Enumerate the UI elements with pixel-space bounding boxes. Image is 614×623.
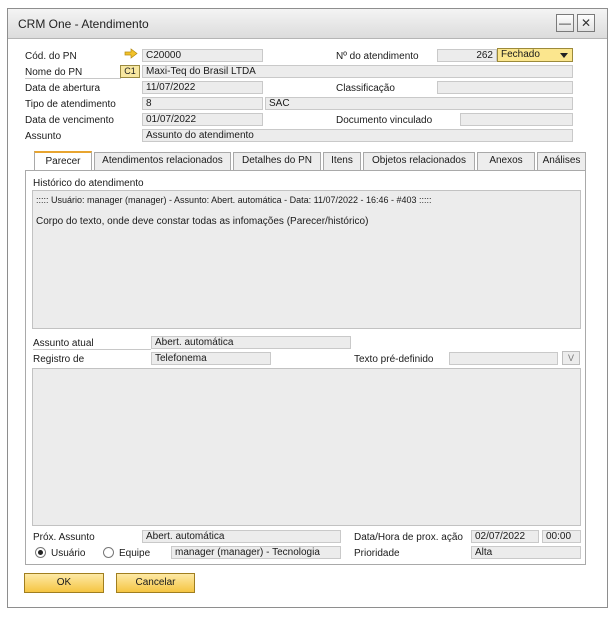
prox-data-field[interactable]: 02/07/2022 xyxy=(471,530,539,543)
classificacao-field[interactable] xyxy=(437,81,573,94)
prox-hora-field[interactable]: 00:00 xyxy=(542,530,581,543)
data-abertura-label: Data de abertura xyxy=(25,83,101,94)
doc-vinculado-field[interactable] xyxy=(460,113,573,126)
title-bar: CRM One - Atendimento — ✕ xyxy=(8,9,607,39)
close-button[interactable]: ✕ xyxy=(577,14,595,32)
responsavel-field[interactable]: manager (manager) - Tecnologia xyxy=(171,546,341,559)
tab-itens[interactable]: Itens xyxy=(323,152,361,170)
historico-label: Histórico do atendimento xyxy=(33,178,144,189)
window-title: CRM One - Atendimento xyxy=(18,17,149,31)
historico-body-line: Corpo do texto, onde deve constar todas … xyxy=(36,216,369,227)
ok-button[interactable]: OK xyxy=(24,573,104,593)
data-hora-label: Data/Hora de prox. ação xyxy=(354,532,463,543)
texto-predefinido-label: Texto pré-definido xyxy=(354,354,434,365)
chevron-down-icon xyxy=(560,53,568,58)
tab-analises[interactable]: Análises xyxy=(537,152,586,170)
tipo-atendimento-field[interactable]: SAC xyxy=(265,97,573,110)
classificacao-label: Classificação xyxy=(336,83,395,94)
num-atendimento-label: Nº do atendimento xyxy=(336,51,419,62)
status-select[interactable]: Fechado xyxy=(497,48,573,62)
assunto-atual-label: Assunto atual xyxy=(33,338,151,350)
num-atendimento-field[interactable]: 262 xyxy=(437,49,497,62)
tab-parecer[interactable]: Parecer xyxy=(34,151,92,171)
prox-assunto-label: Próx. Assunto xyxy=(33,532,95,543)
doc-vinculado-label: Documento vinculado xyxy=(336,115,433,126)
cancel-button[interactable]: Cancelar xyxy=(116,573,195,593)
radio-equipe[interactable] xyxy=(103,547,114,558)
data-abertura-field[interactable]: 11/07/2022 xyxy=(142,81,263,94)
registro-field[interactable]: Telefonema xyxy=(151,352,271,365)
nome-pn-label: Nome do PN xyxy=(25,67,121,79)
registro-label: Registro de xyxy=(33,354,85,365)
data-vencimento-field[interactable]: 01/07/2022 xyxy=(142,113,263,126)
historico-textarea[interactable]: ::::: Usuário: manager (manager) - Assun… xyxy=(32,190,581,329)
prioridade-label: Prioridade xyxy=(354,548,400,559)
cod-pn-label: Cód. do PN xyxy=(25,51,77,62)
status-value: Fechado xyxy=(501,49,540,60)
cod-pn-field[interactable]: C20000 xyxy=(142,49,263,62)
prioridade-field[interactable]: Alta xyxy=(471,546,581,559)
tipo-atendimento-label: Tipo de atendimento xyxy=(25,99,116,110)
tab-anexos[interactable]: Anexos xyxy=(477,152,535,170)
assunto-field[interactable]: Assunto do atendimento xyxy=(142,129,573,142)
parecer-textarea[interactable] xyxy=(32,368,581,526)
link-arrow-icon[interactable] xyxy=(124,48,138,59)
texto-predefinido-field[interactable] xyxy=(449,352,558,365)
assunto-label: Assunto xyxy=(25,131,62,142)
tab-atendimentos-relacionados[interactable]: Atendimentos relacionados xyxy=(94,152,231,170)
tab-objetos-relacionados[interactable]: Objetos relacionados xyxy=(363,152,475,170)
data-vencimento-label: Data de vencimento xyxy=(25,115,114,126)
nome-pn-field[interactable]: Maxi-Teq do Brasil LTDA xyxy=(142,65,573,78)
assunto-atual-field[interactable]: Abert. automática xyxy=(151,336,351,349)
tipo-atendimento-code-field[interactable]: 8 xyxy=(142,97,263,110)
texto-predefinido-button[interactable]: V xyxy=(562,351,580,365)
radio-usuario[interactable] xyxy=(35,547,46,558)
radio-equipe-label: Equipe xyxy=(119,548,151,559)
prox-assunto-field[interactable]: Abert. automática xyxy=(142,530,341,543)
minimize-button[interactable]: — xyxy=(556,14,574,32)
tab-detalhes-pn[interactable]: Detalhes do PN xyxy=(233,152,321,170)
pn-code-badge[interactable]: C1 xyxy=(120,65,140,78)
radio-usuario-label: Usuário xyxy=(51,548,86,559)
historico-header-line: ::::: Usuário: manager (manager) - Assun… xyxy=(36,195,432,205)
